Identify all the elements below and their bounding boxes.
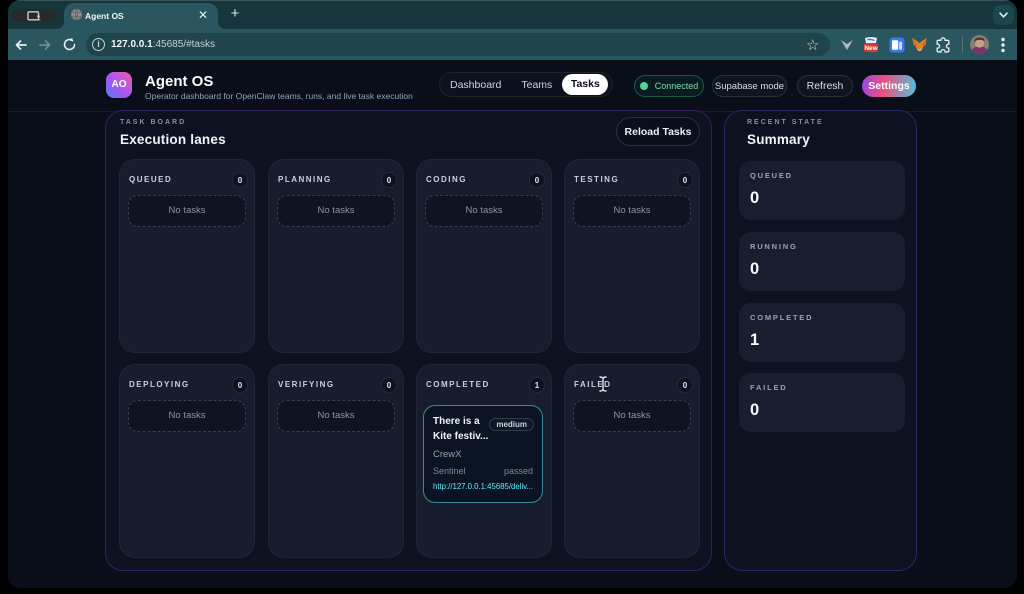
svg-text:New: New xyxy=(864,45,878,52)
